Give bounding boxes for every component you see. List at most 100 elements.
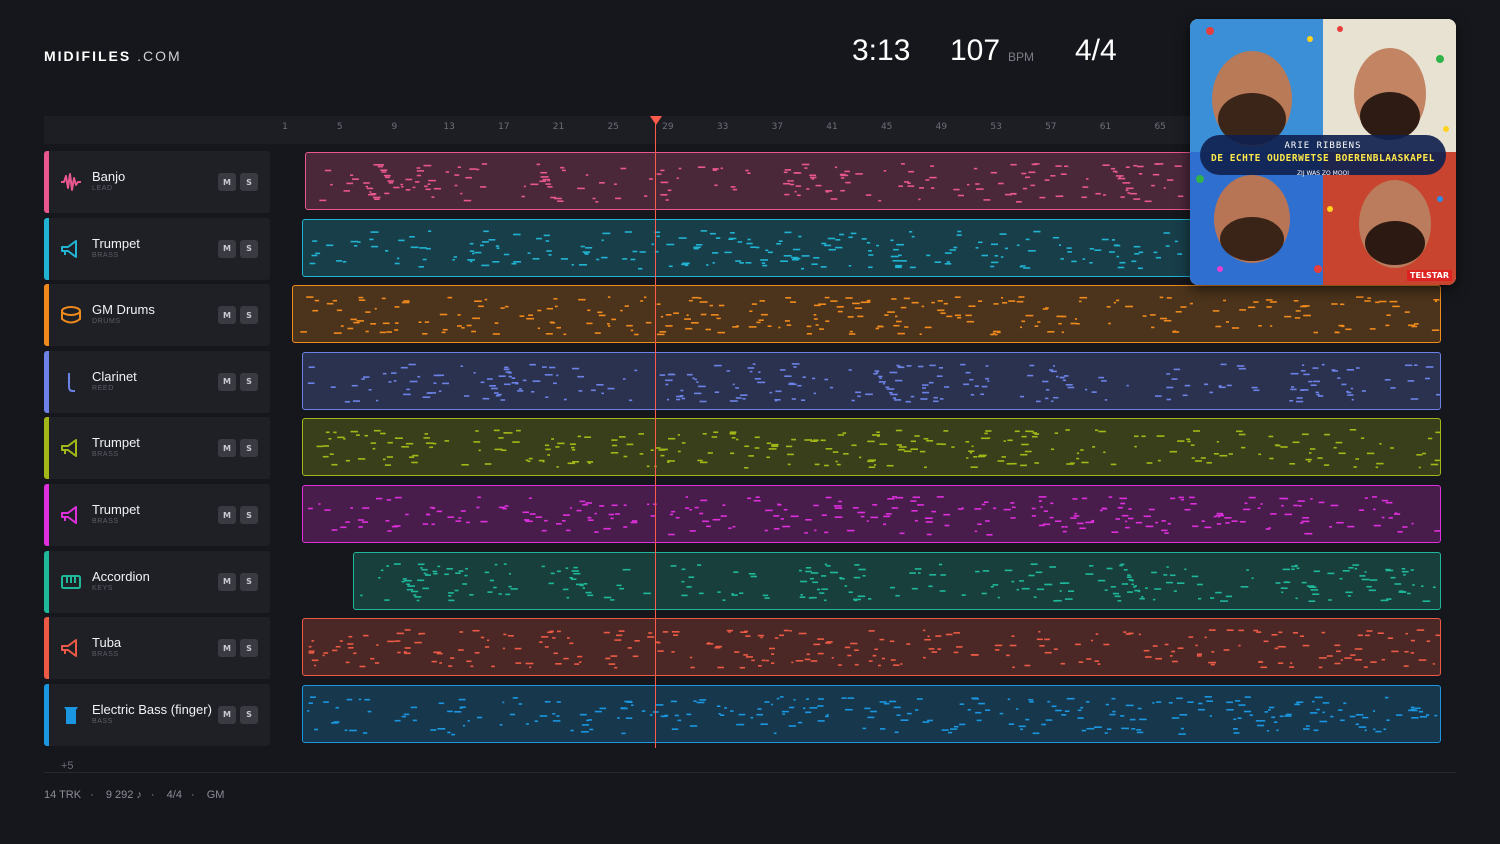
note: [571, 447, 575, 449]
track-lane[interactable]: [292, 285, 1441, 344]
note: [1080, 706, 1084, 709]
note: [1208, 661, 1216, 664]
note: [1081, 462, 1089, 464]
note: [771, 445, 779, 448]
more-tracks-count[interactable]: +5: [61, 760, 74, 772]
solo-button[interactable]: S: [240, 639, 258, 658]
note: [1308, 380, 1313, 383]
note: [1138, 251, 1144, 253]
note: [975, 570, 980, 572]
site-logo[interactable]: MIDIFILES .COM: [44, 48, 182, 64]
track-header[interactable]: Accordion KEYS M S: [44, 550, 270, 613]
note: [1361, 389, 1366, 392]
note-pattern: [308, 629, 1440, 669]
mute-button[interactable]: M: [218, 639, 236, 658]
track-header[interactable]: Tuba BRASS M S: [44, 617, 270, 680]
note: [1318, 501, 1325, 504]
note: [336, 309, 343, 312]
note: [504, 366, 509, 368]
track-header[interactable]: GM Drums DRUMS M S: [44, 284, 270, 347]
note: [1013, 193, 1016, 195]
note: [1246, 568, 1249, 571]
note: [350, 174, 354, 176]
note: [1038, 496, 1047, 498]
note: [541, 565, 545, 567]
note: [460, 510, 466, 512]
solo-button[interactable]: S: [240, 372, 258, 391]
note: [356, 434, 360, 437]
note: [474, 300, 482, 303]
solo-button[interactable]: S: [240, 306, 258, 325]
track-header[interactable]: Trumpet BRASS M S: [44, 417, 270, 480]
mute-button[interactable]: M: [218, 506, 236, 524]
note: [1291, 385, 1295, 388]
note: [813, 256, 820, 259]
track-lane[interactable]: [302, 418, 1441, 477]
track-header[interactable]: Electric Bass (finger) BASS M S: [44, 683, 270, 746]
track-lane[interactable]: [302, 684, 1441, 743]
note: [1085, 572, 1094, 575]
note: [697, 385, 706, 387]
mute-button[interactable]: M: [218, 572, 236, 591]
note: [707, 452, 713, 455]
note: [1289, 399, 1294, 402]
track-header[interactable]: Trumpet BRASS M S: [44, 484, 270, 546]
mute-button[interactable]: M: [218, 173, 236, 191]
solo-button[interactable]: S: [240, 572, 258, 591]
note: [835, 238, 841, 241]
note: [532, 380, 541, 382]
note: [730, 452, 735, 455]
note: [901, 163, 905, 165]
track-lane[interactable]: [302, 618, 1441, 677]
note: [1412, 583, 1415, 586]
mute-button[interactable]: M: [218, 439, 236, 458]
track-lane[interactable]: [302, 351, 1441, 410]
note: [1363, 666, 1368, 669]
note: [848, 236, 853, 238]
note: [460, 192, 463, 195]
solo-button[interactable]: S: [240, 173, 258, 191]
note: [1081, 497, 1088, 500]
mute-button[interactable]: M: [218, 306, 236, 325]
solo-button[interactable]: S: [240, 506, 258, 524]
note: [1355, 713, 1364, 716]
note: [1329, 526, 1332, 528]
note: [619, 436, 626, 439]
note: [1244, 502, 1248, 505]
note: [460, 365, 464, 367]
mute-button[interactable]: M: [218, 705, 236, 724]
solo-button[interactable]: S: [240, 439, 258, 458]
track-header[interactable]: Banjo LEAD M S: [44, 151, 270, 213]
mute-button[interactable]: M: [218, 372, 236, 391]
note: [1122, 182, 1131, 184]
solo-button[interactable]: S: [240, 705, 258, 724]
note: [1022, 187, 1028, 190]
note: [779, 634, 785, 637]
note: [441, 331, 446, 334]
note: [1274, 647, 1279, 650]
note: [1021, 587, 1030, 590]
note: [1432, 663, 1435, 665]
solo-button[interactable]: S: [240, 239, 258, 258]
note: [1236, 364, 1245, 367]
note: [973, 167, 978, 170]
note: [308, 650, 315, 653]
note: [1033, 595, 1037, 598]
playhead-handle[interactable]: [650, 116, 662, 125]
track-header[interactable]: Trumpet BRASS M S: [44, 217, 270, 280]
note: [322, 456, 329, 458]
note: [364, 435, 368, 437]
note: [909, 571, 916, 574]
track-lane[interactable]: [353, 551, 1441, 610]
note: [1152, 598, 1156, 600]
track-lane[interactable]: [302, 485, 1441, 543]
mute-button[interactable]: M: [218, 239, 236, 258]
note: [546, 308, 553, 310]
track-header[interactable]: Clarinet REED M S: [44, 350, 270, 413]
note: [522, 511, 529, 514]
note: [1384, 378, 1391, 381]
note: [481, 264, 490, 266]
note: [1317, 457, 1323, 460]
playhead[interactable]: [655, 116, 656, 748]
note: [394, 262, 400, 264]
